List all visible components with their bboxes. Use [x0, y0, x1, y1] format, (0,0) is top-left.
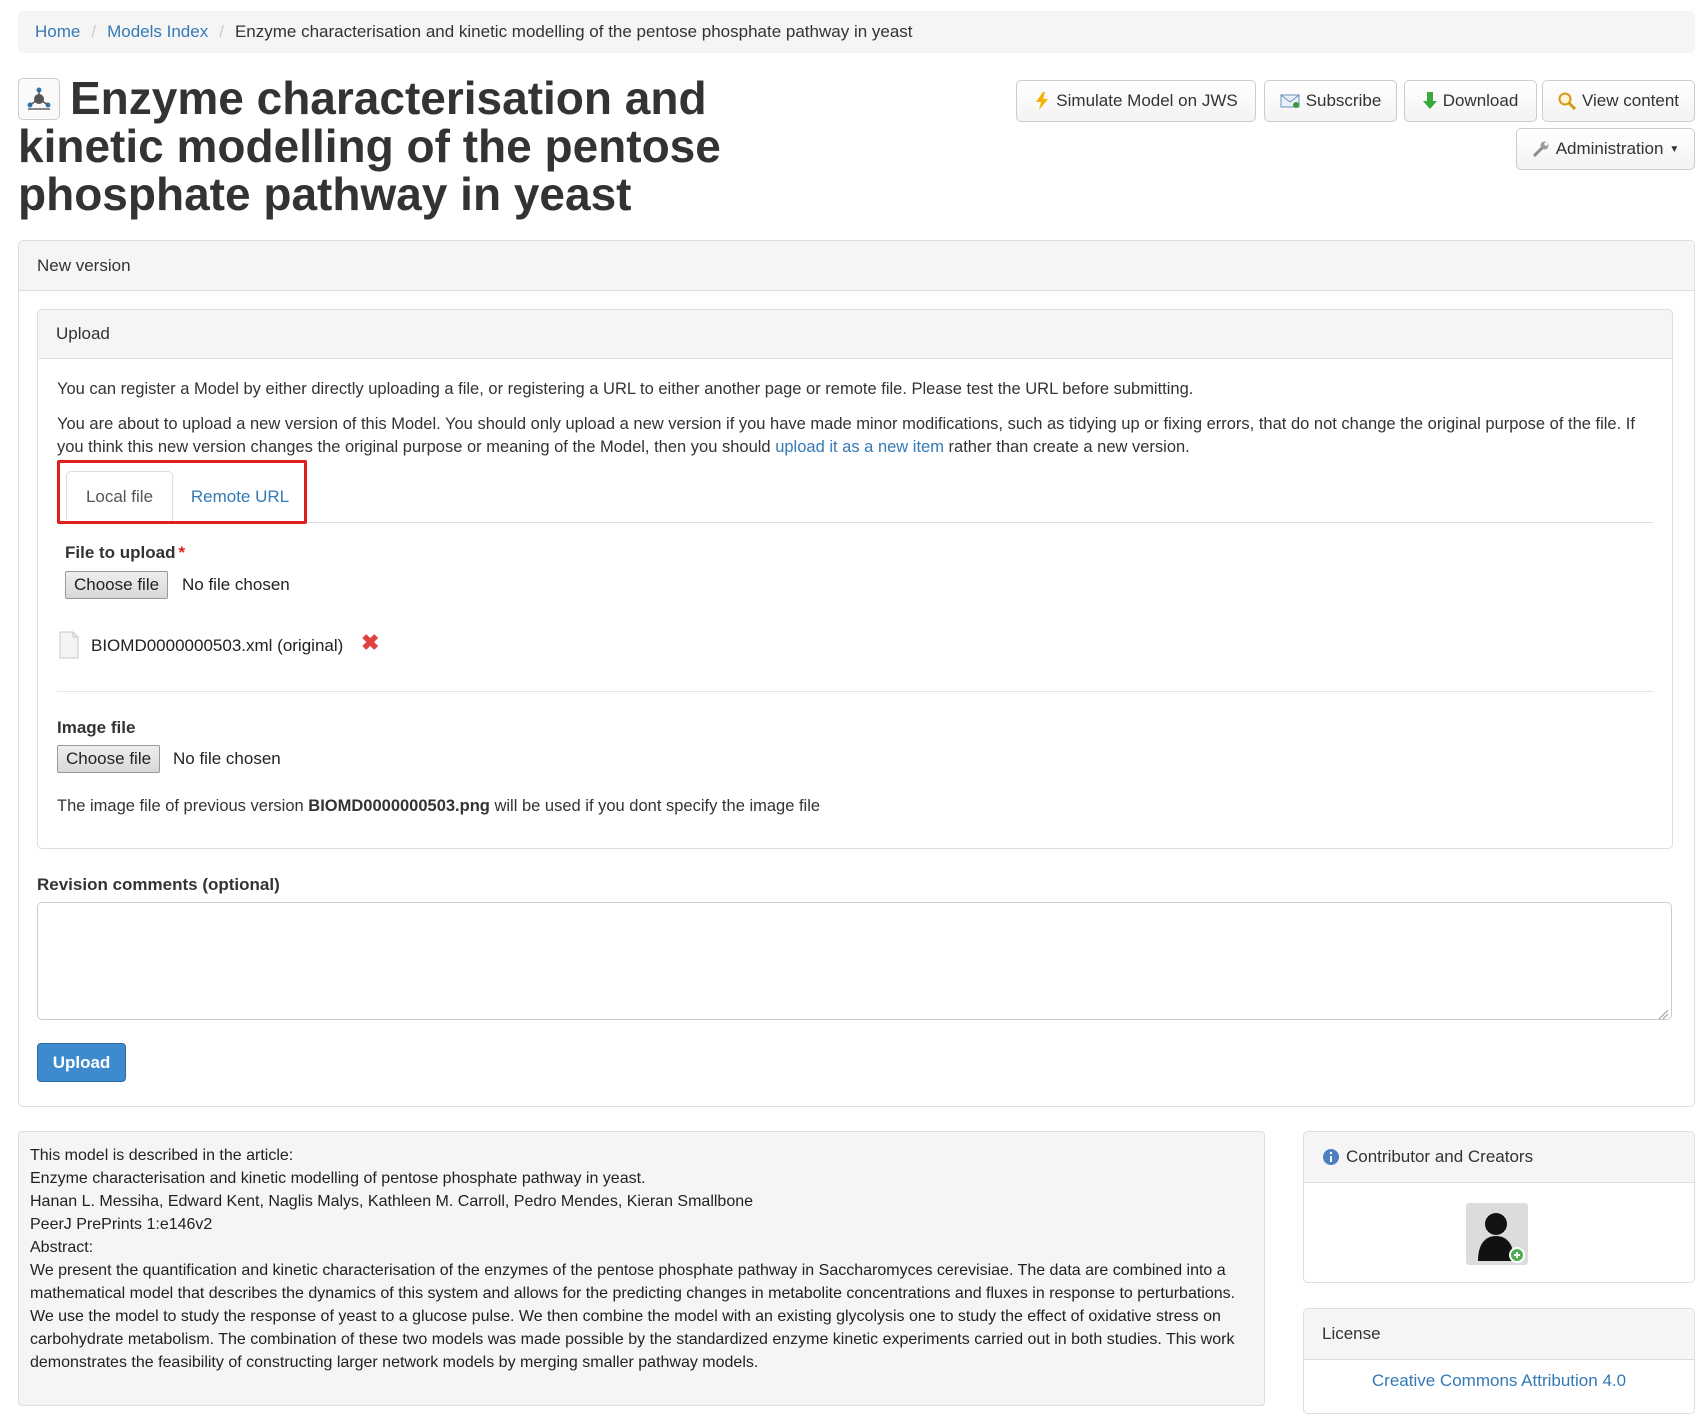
- remove-file-icon[interactable]: ✖: [361, 632, 379, 654]
- image-file-label: Image file: [57, 718, 136, 737]
- license-heading: License: [1304, 1309, 1694, 1360]
- administration-label: Administration: [1555, 139, 1664, 158]
- new-version-heading: New version: [19, 241, 1694, 291]
- image-status-text: No file chosen: [173, 749, 281, 768]
- subscribe-button[interactable]: Subscribe: [1264, 80, 1397, 122]
- upload-button[interactable]: Upload: [37, 1043, 126, 1082]
- caret-down-icon: ▼: [1669, 143, 1680, 155]
- required-marker: *: [178, 543, 186, 562]
- image-note: The image file of previous version BIOMD…: [57, 795, 820, 818]
- new-version-notice: You are about to upload a new version of…: [57, 413, 1657, 459]
- download-label: Download: [1442, 91, 1519, 110]
- description-line: Hanan L. Messiha, Edward Kent, Naglis Ma…: [30, 1193, 754, 1210]
- download-button[interactable]: Download: [1404, 80, 1537, 122]
- description-line: PeerJ PrePrints 1:e146v2: [30, 1216, 213, 1233]
- contributors-heading: Contributor and Creators: [1304, 1132, 1694, 1183]
- simulate-label: Simulate Model on JWS: [1056, 91, 1238, 110]
- contributors-panel: Contributor and Creators: [1303, 1131, 1695, 1283]
- image-note-text-end: will be used if you dont specify the ima…: [489, 797, 821, 815]
- divider: [57, 691, 1653, 692]
- tabs-highlight-box: [57, 460, 307, 524]
- new-version-heading-text: New version: [37, 255, 131, 275]
- breadcrumb-separator: /: [91, 22, 97, 41]
- file-to-upload-text: File to upload: [65, 543, 176, 562]
- upload-heading-text: Upload: [56, 324, 110, 343]
- contributors-heading-text: Contributor and Creators: [1346, 1147, 1534, 1166]
- resize-handle-icon[interactable]: [1657, 1005, 1669, 1025]
- subscribe-label: Subscribe: [1305, 91, 1382, 110]
- breadcrumb-separator: /: [219, 22, 224, 41]
- view-content-label: View content: [1581, 91, 1680, 110]
- download-arrow-icon: [1422, 92, 1437, 110]
- license-panel: License Creative Commons Attribution 4.0: [1303, 1308, 1695, 1414]
- notice-text-end: rather than create a new version.: [943, 438, 1190, 456]
- choose-image-button[interactable]: Choose file: [57, 745, 161, 773]
- file-document-icon: [59, 631, 79, 664]
- magnifier-icon: [1558, 92, 1576, 110]
- simulate-jws-button[interactable]: Simulate Model on JWS: [1016, 80, 1256, 122]
- image-note-filename: BIOMD0000000503.png: [308, 797, 490, 815]
- choose-file-button[interactable]: Choose file: [65, 571, 169, 599]
- breadcrumb: Home / Models Index / Enzyme characteris…: [18, 11, 1695, 53]
- info-icon: [1322, 1148, 1340, 1166]
- license-link[interactable]: Creative Commons Attribution 4.0: [1372, 1371, 1626, 1390]
- file-to-upload-label: File to upload *: [65, 543, 185, 563]
- wrench-icon: [1532, 140, 1550, 158]
- description-abstract: We present the quantification and kineti…: [30, 1262, 1236, 1371]
- envelope-icon: [1280, 93, 1300, 109]
- breadcrumb-home-link[interactable]: Home: [35, 22, 80, 42]
- breadcrumb-current: Enzyme characterisation and kinetic mode…: [234, 22, 913, 41]
- upload-intro-text: You can register a Model by either direc…: [57, 380, 1194, 398]
- revision-comments-textarea[interactable]: [37, 902, 1672, 1020]
- description-line: This model is described in the article:: [30, 1147, 294, 1164]
- breadcrumb-models-index-link[interactable]: Models Index: [107, 22, 208, 42]
- existing-file-name: BIOMD0000000503.xml (original): [91, 636, 344, 655]
- revision-comments-label: Revision comments (optional): [37, 875, 280, 894]
- lightning-icon: [1034, 92, 1050, 110]
- view-content-button[interactable]: View content: [1542, 80, 1695, 122]
- administration-dropdown[interactable]: Administration ▼: [1516, 128, 1695, 170]
- file-status-text: No file chosen: [182, 575, 290, 594]
- license-heading-text: License: [1322, 1324, 1381, 1343]
- description-line: Enzyme characterisation and kinetic mode…: [30, 1170, 646, 1187]
- model-description: This model is described in the article: …: [18, 1131, 1265, 1406]
- license-body: Creative Commons Attribution 4.0: [1304, 1371, 1694, 1391]
- upload-as-new-item-link[interactable]: upload it as a new item: [775, 438, 944, 456]
- image-note-text: The image file of previous version: [57, 797, 309, 815]
- avatar[interactable]: [1466, 1203, 1528, 1265]
- page-title: Enzyme characterisation and kinetic mode…: [18, 72, 721, 220]
- upload-heading: Upload: [38, 310, 1672, 359]
- description-line: Abstract:: [30, 1239, 94, 1256]
